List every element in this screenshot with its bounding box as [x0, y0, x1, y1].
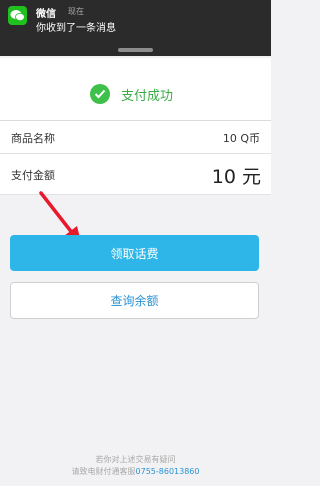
product-name-label: 商品名称 — [11, 132, 55, 145]
claim-phone-credit-button[interactable]: 领取话费 — [10, 235, 259, 271]
check-balance-button[interactable]: 查询余额 — [10, 282, 259, 319]
payment-amount-row: 支付金额 10 元 — [0, 154, 271, 195]
footer-contact: 请致电财付通客服0755-86013860 — [0, 466, 271, 477]
checkmark-icon — [90, 84, 110, 104]
payment-success-text: 支付成功 — [121, 89, 174, 104]
payment-amount-label: 支付金额 — [11, 169, 55, 182]
support-phone-link[interactable]: 0755-86013860 — [136, 467, 200, 476]
product-name-row: 商品名称 10 Q币 — [0, 121, 271, 154]
footer-contact-prefix: 请致电财付通客服 — [71, 467, 136, 476]
payment-amount-value: 10 元 — [211, 166, 261, 188]
wechat-icon — [8, 6, 27, 25]
notification-drag-handle[interactable] — [118, 48, 153, 52]
product-name-value: 10 Q币 — [222, 132, 260, 145]
notification-time: 现在 — [68, 7, 84, 16]
notification-banner[interactable]: 微信 现在 你收到了一条消息 — [0, 0, 271, 56]
payment-success-header: 支付成功 — [0, 58, 271, 121]
notification-app-name: 微信 — [36, 9, 56, 20]
notification-message: 你收到了一条消息 — [36, 23, 116, 34]
footer-help-text: 若你对上述交易有疑问 — [95, 455, 176, 464]
